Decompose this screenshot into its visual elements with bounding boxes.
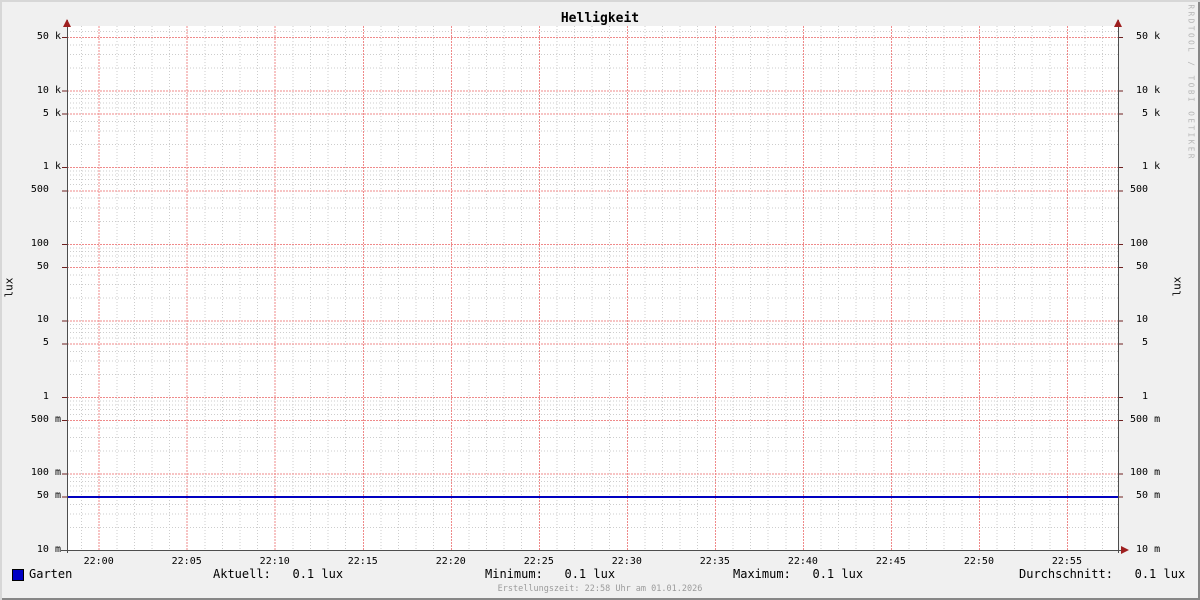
legend-stat-minimum: Minimum: 0.1 lux bbox=[485, 567, 616, 581]
x-axis-label: 22:40 bbox=[787, 556, 818, 567]
x-axis-label: 22:15 bbox=[347, 556, 378, 567]
legend-swatch-garten bbox=[12, 569, 24, 581]
y-axis-label-left: 10 k bbox=[30, 84, 61, 96]
x-axis-label: 22:25 bbox=[523, 556, 554, 567]
y-axis-label-left: 1 bbox=[30, 390, 61, 402]
y-axis-label-left: 500 bbox=[30, 184, 61, 196]
y-axis-label-right: 100 bbox=[1130, 237, 1161, 249]
creation-time-note: Erstellungszeit: 22:58 Uhr am 01.01.2026 bbox=[497, 584, 703, 594]
y-axis-label-left: 100 bbox=[30, 237, 61, 249]
y-axis-label-right: 500 m bbox=[1130, 413, 1161, 425]
rrdtool-graph: Helligkeit lux lux RRDTOOL / TOBI OETIKE… bbox=[0, 0, 1200, 600]
y-axis-label-right: 5 bbox=[1130, 337, 1161, 349]
y-axis-label-left: 5 k bbox=[30, 107, 61, 119]
plot-canvas bbox=[61, 19, 1129, 554]
x-axis-label: 22:50 bbox=[963, 556, 994, 567]
y-axis-label-right: 1 bbox=[1130, 390, 1161, 402]
y-axis-label-left: 500 m bbox=[30, 413, 61, 425]
y-axis-label-left: 10 bbox=[30, 314, 61, 326]
x-axis-label: 22:55 bbox=[1051, 556, 1082, 567]
y-axis-label-right: 500 bbox=[1130, 184, 1161, 196]
y-axis-label-right: 10 m bbox=[1130, 544, 1161, 555]
x-axis-label: 22:45 bbox=[875, 556, 906, 567]
y-axis-label-left: 5 bbox=[30, 337, 61, 349]
legend-series-label: Garten bbox=[29, 567, 73, 581]
x-axis-label: 22:00 bbox=[83, 556, 114, 567]
y-axis-arrow-left bbox=[63, 19, 71, 27]
legend-stat-durchschnitt: Durchschnitt: 0.1 lux bbox=[1019, 567, 1186, 581]
y-axis-label-left: 50 bbox=[30, 260, 61, 272]
y-axis-label-right: 50 k bbox=[1130, 31, 1161, 43]
x-axis-label: 22:05 bbox=[171, 556, 202, 567]
y-axis-label-right: 50 m bbox=[1130, 490, 1161, 502]
y-axis-label-right: 5 k bbox=[1130, 107, 1161, 119]
y-axis-label-left: 100 m bbox=[30, 467, 61, 479]
y-axis-arrow-right bbox=[1114, 19, 1122, 27]
x-axis-label: 22:10 bbox=[259, 556, 290, 567]
y-axis-label-right: 100 m bbox=[1130, 467, 1161, 479]
x-axis-label: 22:30 bbox=[611, 556, 642, 567]
x-axis-arrow bbox=[1121, 546, 1129, 554]
y-axis-label-left: 50 m bbox=[30, 490, 61, 502]
x-axis-label: 22:20 bbox=[435, 556, 466, 567]
y-axis-label-right: 10 bbox=[1130, 314, 1161, 326]
y-axis-label-left: 1 k bbox=[30, 161, 61, 173]
y-axis-label-right: 10 k bbox=[1130, 84, 1161, 96]
y-axis-label-right: 1 k bbox=[1130, 161, 1161, 173]
y-axis-label-left: 50 k bbox=[30, 31, 61, 43]
y-axis-label-right: 50 bbox=[1130, 260, 1161, 272]
legend-stat-aktuell: Aktuell: 0.1 lux bbox=[213, 567, 344, 581]
legend-stat-maximum: Maximum: 0.1 lux bbox=[733, 567, 864, 581]
y-axis-label-left: 10 m bbox=[30, 544, 61, 555]
x-axis-label: 22:35 bbox=[699, 556, 730, 567]
